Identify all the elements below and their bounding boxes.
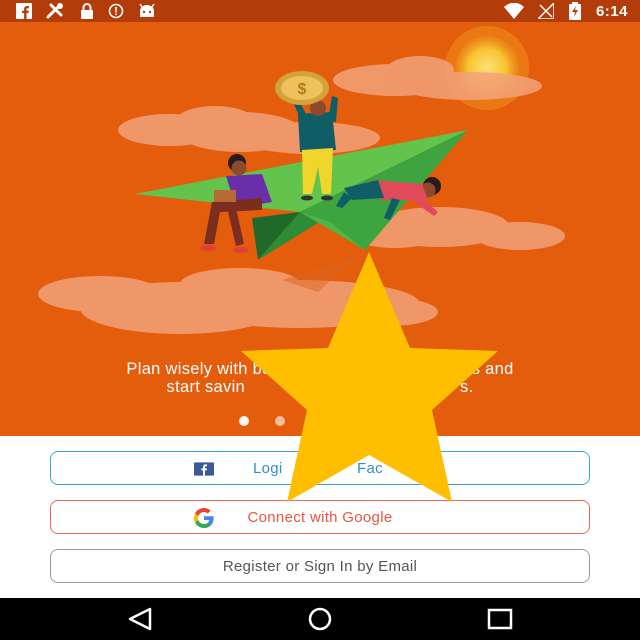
back-icon[interactable] — [126, 607, 154, 631]
android-icon — [139, 3, 155, 17]
page-dot-1[interactable] — [239, 416, 249, 426]
google-icon — [194, 508, 214, 528]
lock-icon — [81, 3, 93, 19]
navigation-bar — [0, 598, 640, 640]
register-or-sign-in-by-email-button[interactable]: Register or Sign In by Email — [50, 549, 590, 583]
no-signal-icon — [537, 3, 554, 19]
battery-charging-icon — [568, 2, 581, 20]
page-dot-2[interactable] — [275, 416, 285, 426]
connect-with-google-button[interactable]: Connect with Google — [50, 500, 590, 534]
login-with-facebook-button[interactable]: Logi Fac — [50, 451, 590, 485]
status-time: 6:14 — [595, 2, 628, 20]
caption-line1: Plan wisely with bu — [126, 360, 272, 378]
facebook-button-label-start: Logi — [253, 460, 283, 477]
wifi-icon — [503, 3, 524, 19]
home-icon[interactable] — [306, 607, 334, 631]
cloud-shape-bottom — [38, 268, 438, 334]
cloud-shape-left — [118, 106, 380, 154]
tools-icon — [46, 3, 63, 19]
caption-line2: start savin — [166, 378, 246, 396]
page-indicator — [239, 416, 285, 426]
svg-text:$: $ — [298, 81, 307, 98]
facebook-button-label-end: Fac — [357, 460, 383, 477]
recents-icon[interactable] — [486, 607, 514, 631]
onboarding-hero[interactable]: $ Plan wisely with bu extras and start sa… — [0, 22, 640, 436]
onboarding-caption: Plan wisely with bu extras and start savi… — [0, 360, 640, 396]
status-bar: 6:14 — [0, 0, 640, 22]
facebook-notification-icon — [16, 3, 32, 19]
google-button-label: Connect with Google — [247, 508, 393, 526]
alert-icon — [108, 3, 124, 19]
facebook-icon — [194, 462, 214, 476]
caption-line1-end: extras and — [433, 360, 514, 378]
email-button-label: Register or Sign In by Email — [222, 557, 418, 575]
caption-line2-end: s. — [460, 378, 474, 396]
